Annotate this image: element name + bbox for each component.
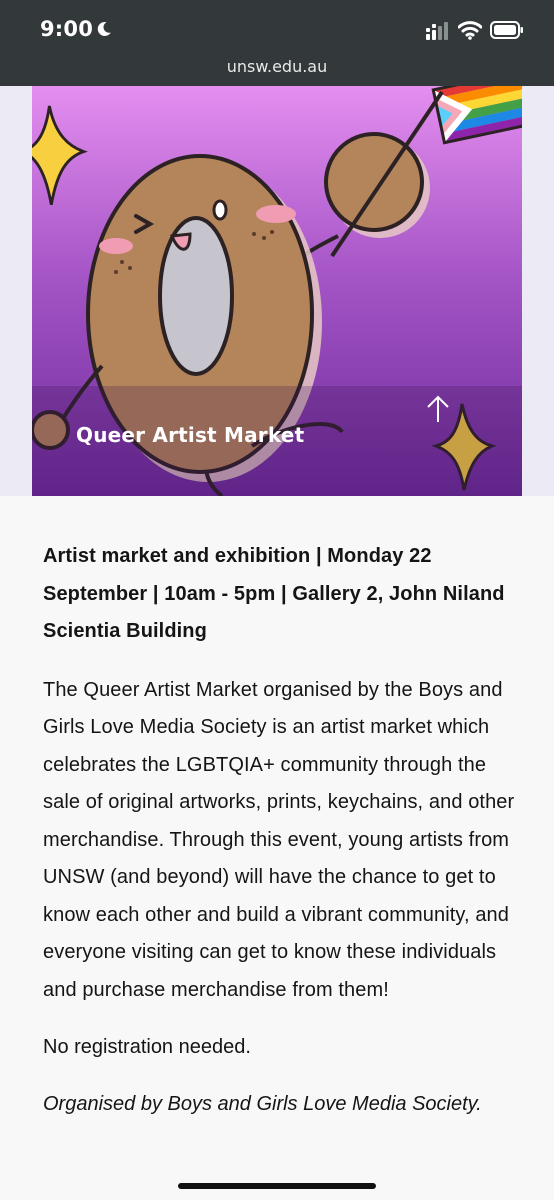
arrow-up-icon[interactable]	[424, 394, 452, 424]
hero-banner: Queer Artist Market	[32, 86, 522, 496]
hero-title: Queer Artist Market	[76, 423, 305, 447]
battery-icon	[490, 21, 523, 39]
status-time: 9:00	[40, 17, 94, 41]
moon-icon	[97, 21, 111, 36]
url-bar[interactable]: unsw.edu.au	[0, 57, 554, 76]
event-description: The Queer Artist Market organised by the…	[43, 678, 515, 1001]
article-body: Artist market and exhibition | Monday 22…	[43, 538, 518, 1123]
organiser-credit: Organised by Boys and Girls Love Media S…	[43, 1092, 482, 1115]
event-details: Artist market and exhibition | Monday 22…	[43, 545, 505, 642]
cellular-signal-icon	[426, 22, 448, 40]
registration-note: No registration needed.	[43, 1036, 251, 1058]
wifi-icon	[458, 21, 482, 40]
browser-chrome: 9:00 unsw.edu.au	[0, 0, 554, 86]
home-indicator[interactable]	[178, 1183, 376, 1189]
